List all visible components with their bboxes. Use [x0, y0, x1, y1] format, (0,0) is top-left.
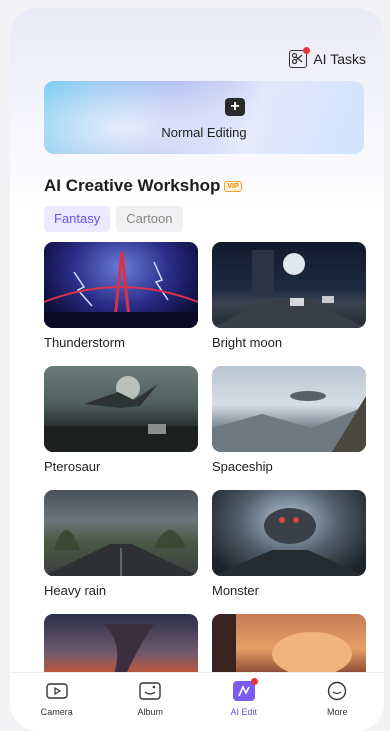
effects-grid: Thunderstorm Bright moon Pterosaur Space…: [44, 242, 366, 672]
more-icon: [326, 681, 348, 701]
ai-tasks-label: AI Tasks: [313, 51, 366, 67]
notification-dot: [303, 47, 311, 54]
bottom-tab-bar: Camera Album AI Edit More: [10, 672, 384, 731]
tab-label: Album: [137, 707, 163, 717]
card-label: Heavy rain: [44, 583, 107, 598]
effect-card-pterosaur[interactable]: Pterosaur: [44, 366, 198, 474]
ai-tasks-button[interactable]: AI Tasks: [289, 47, 366, 70]
card-label: Thunderstorm: [44, 335, 125, 350]
effect-card-bright-moon[interactable]: Bright moon: [212, 242, 366, 350]
album-icon: [139, 681, 161, 701]
spaceship-thumbnail: [212, 366, 366, 452]
effect-card-heavy-rain[interactable]: Heavy rain: [44, 490, 198, 598]
tornado-thumbnail: [44, 614, 198, 672]
ai-edit-icon: [232, 678, 258, 701]
bright-moon-thumbnail: [212, 242, 366, 328]
monster-thumbnail: [212, 490, 366, 576]
notification-dot: [250, 678, 258, 685]
chip-fantasy[interactable]: Fantasy: [44, 206, 111, 232]
phone-screen: AI Tasks + Normal Editing AI Creative Wo…: [10, 8, 384, 731]
normal-editing-banner[interactable]: + Normal Editing: [44, 81, 364, 154]
effect-card-fire[interactable]: [212, 614, 366, 672]
tab-more[interactable]: More: [307, 673, 367, 717]
tab-camera[interactable]: Camera: [27, 673, 87, 717]
effect-card-spaceship[interactable]: Spaceship: [212, 366, 366, 474]
section-title: AI Creative Workshop VIP: [44, 176, 242, 196]
camera-icon: [46, 681, 68, 701]
effect-card-thunderstorm[interactable]: Thunderstorm: [44, 242, 198, 350]
top-bar: AI Tasks: [10, 8, 384, 78]
tab-label: AI Edit: [230, 707, 257, 717]
heavy-rain-thumbnail: [44, 490, 198, 576]
category-chips: Fantasy Cartoon: [44, 206, 183, 232]
section-title-text: AI Creative Workshop: [44, 176, 221, 195]
tab-label: Camera: [40, 707, 73, 717]
card-label: Monster: [212, 583, 259, 598]
plus-icon: +: [225, 98, 245, 116]
tab-album[interactable]: Album: [120, 673, 180, 717]
chip-cartoon[interactable]: Cartoon: [116, 206, 183, 232]
effect-card-monster[interactable]: Monster: [212, 490, 366, 598]
tab-label: More: [326, 707, 348, 717]
pterosaur-thumbnail: [44, 366, 198, 452]
normal-editing-label: Normal Editing: [161, 125, 247, 140]
card-label: Pterosaur: [44, 459, 101, 474]
thunderstorm-thumbnail: [44, 242, 198, 328]
effect-card-tornado[interactable]: [44, 614, 198, 672]
card-label: Bright moon: [212, 335, 283, 350]
vip-badge: VIP: [224, 180, 242, 192]
ai-tasks-icon: [289, 47, 311, 68]
card-label: Spaceship: [212, 459, 273, 474]
tab-ai-edit[interactable]: AI Edit: [214, 673, 274, 717]
fire-thumbnail: [212, 614, 366, 672]
